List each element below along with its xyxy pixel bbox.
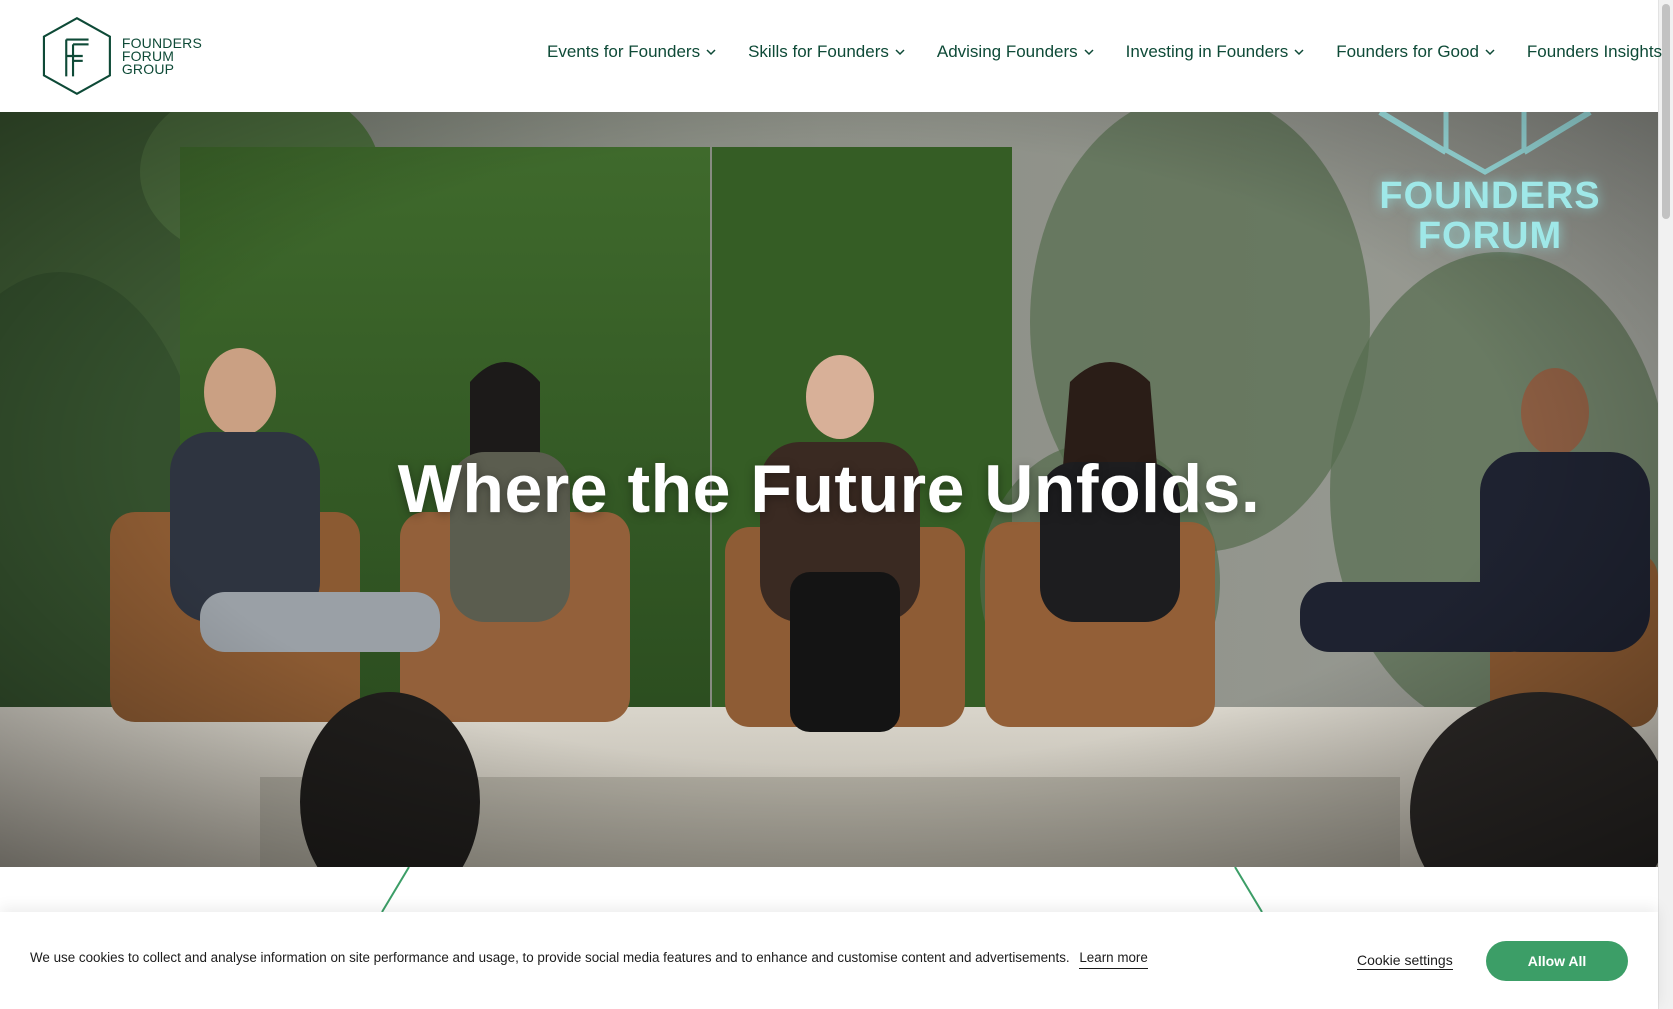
chevron-down-icon — [1485, 49, 1495, 56]
stage-sign: FOUNDERS FORUM — [1340, 176, 1640, 256]
nav-item-label: Events for Founders — [547, 42, 701, 61]
nav-item-investing-in-founders[interactable]: Investing in Founders — [1126, 42, 1306, 62]
allow-all-button[interactable]: Allow All — [1486, 941, 1628, 981]
hero-title: Where the Future Unfolds. — [397, 451, 1261, 527]
nav-item-founders-insights[interactable]: Founders Insights — [1527, 42, 1662, 62]
site-header: FOUNDERS FORUM GROUP Events for Founders… — [0, 0, 1662, 112]
cookie-message: We use cookies to collect and analyse in… — [30, 950, 1148, 969]
logo-line-3: GROUP — [121, 60, 175, 77]
chevron-down-icon — [1084, 49, 1094, 56]
site-logo[interactable]: FOUNDERS FORUM GROUP — [42, 15, 202, 97]
nav-item-label: Advising Founders — [936, 42, 1078, 61]
founders-forum-logo-icon — [42, 16, 111, 96]
hero-banner: FOUNDERS FORUM Where the Future Unfolds. — [0, 112, 1658, 867]
logo-wordmark: FOUNDERS FORUM GROUP — [121, 36, 202, 77]
chevron-down-icon — [895, 49, 905, 56]
cookie-settings-link[interactable]: Cookie settings — [1357, 952, 1453, 970]
learn-more-link[interactable]: Learn more — [1079, 950, 1148, 969]
nav-item-advising-founders[interactable]: Advising Founders — [937, 42, 1095, 62]
chevron-down-icon — [706, 49, 716, 56]
cookie-message-text: We use cookies to collect and analyse in… — [30, 950, 1070, 965]
nav-item-label: Skills for Founders — [748, 42, 889, 61]
nav-item-label: Investing in Founders — [1125, 42, 1289, 61]
scrollbar-thumb[interactable] — [1662, 4, 1670, 219]
nav-item-founders-for-good[interactable]: Founders for Good — [1336, 42, 1496, 62]
nav-item-events-for-founders[interactable]: Events for Founders — [547, 42, 717, 62]
chevron-down-icon — [1294, 49, 1304, 56]
cookie-banner: We use cookies to collect and analyse in… — [0, 912, 1658, 1009]
page: FOUNDERS FORUM GROUP Events for Founders… — [0, 0, 1673, 1009]
page-scrollbar[interactable] — [1658, 0, 1673, 1009]
nav-item-skills-for-founders[interactable]: Skills for Founders — [748, 42, 906, 62]
stage-sign-line-2: FORUM — [1417, 215, 1563, 257]
main-nav: Events for Founders Skills for Founders … — [547, 0, 1662, 104]
nav-item-label: Founders for Good — [1336, 42, 1479, 61]
stage-sign-line-1: FOUNDERS — [1379, 175, 1601, 217]
nav-item-label: Founders Insights — [1526, 42, 1663, 61]
